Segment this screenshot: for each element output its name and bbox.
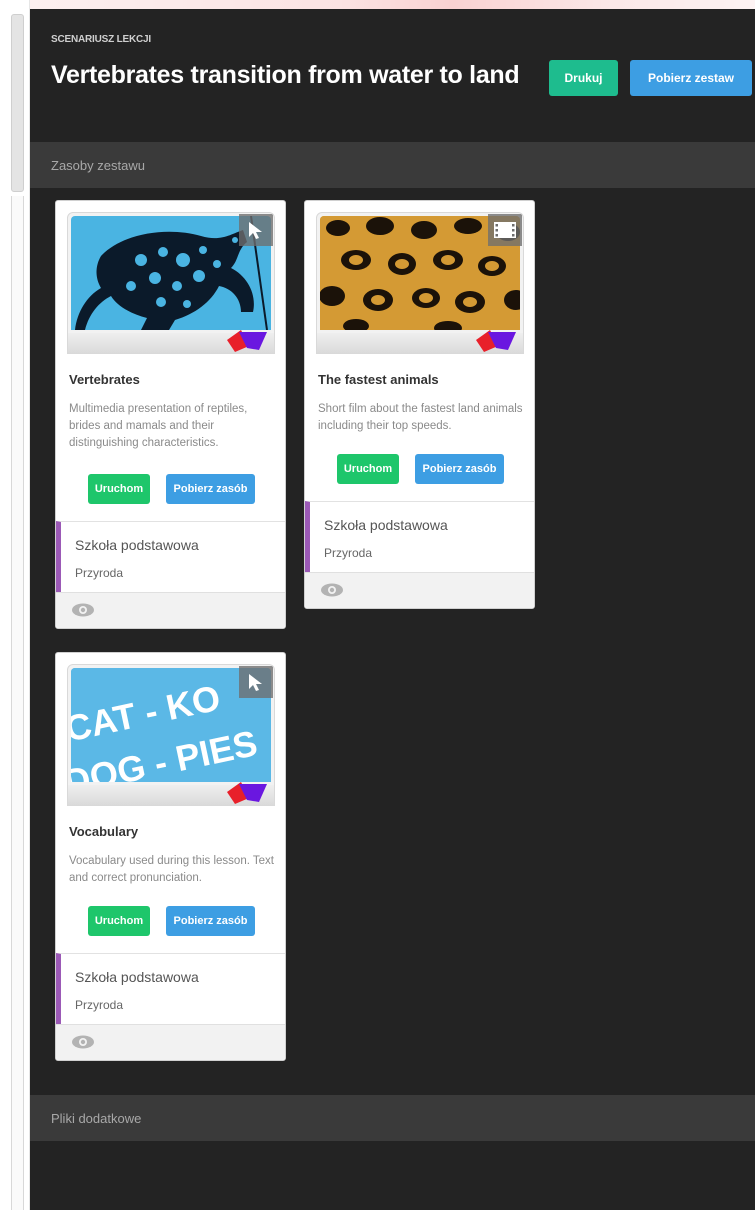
download-resource-button[interactable]: Pobierz zasób <box>166 906 255 936</box>
interactive-cursor-icon <box>239 666 273 698</box>
resource-card-vocabulary: CAT - KO DOG - PIES Vocabulary Vocabular… <box>55 652 286 1061</box>
publisher-logo-icon <box>227 782 267 804</box>
resource-title: Vocabulary <box>69 824 139 839</box>
resource-thumbnail[interactable] <box>316 212 524 354</box>
resource-description: Short film about the fastest land animal… <box>318 403 523 432</box>
interactive-cursor-icon <box>239 214 273 246</box>
resource-thumbnail[interactable] <box>67 212 275 354</box>
subject: Przyroda <box>324 546 373 560</box>
print-button[interactable]: Drukuj <box>549 60 618 96</box>
resource-description: Multimedia presentation of reptiles, bri… <box>69 403 248 449</box>
download-set-button[interactable]: Pobierz zestaw <box>630 60 752 96</box>
download-resource-button[interactable]: Pobierz zasób <box>415 454 504 484</box>
views-eye-icon[interactable] <box>320 583 344 597</box>
run-button[interactable]: Uruchom <box>337 454 399 484</box>
page-title: Vertebrates transition from water to lan… <box>51 61 520 89</box>
subject: Przyroda <box>75 998 124 1012</box>
views-eye-icon[interactable] <box>71 1035 95 1049</box>
resource-card-fastest-animals: The fastest animals Short film about the… <box>304 200 535 609</box>
education-level: Szkoła podstawowa <box>75 537 199 553</box>
lesson-panel: SCENARIUSZ LEKCJI Vertebrates transition… <box>30 9 755 1210</box>
run-button[interactable]: Uruchom <box>88 474 150 504</box>
publisher-logo-icon <box>227 330 267 352</box>
card-footer <box>56 592 285 628</box>
subject: Przyroda <box>75 566 124 580</box>
scrollbar[interactable] <box>0 0 30 1210</box>
film-icon <box>488 214 522 246</box>
section-extra-files-header: Pliki dodatkowe <box>30 1095 755 1141</box>
resource-title: The fastest animals <box>318 372 439 387</box>
publisher-logo-icon <box>476 330 516 352</box>
views-eye-icon[interactable] <box>71 603 95 617</box>
scrollbar-thumb[interactable] <box>11 14 24 192</box>
run-button[interactable]: Uruchom <box>88 906 150 936</box>
download-resource-button[interactable]: Pobierz zasób <box>166 474 255 504</box>
card-footer <box>305 572 534 608</box>
section-resources-header: Zasoby zestawu <box>30 142 755 188</box>
education-level: Szkoła podstawowa <box>75 969 199 985</box>
resource-thumbnail[interactable]: CAT - KO DOG - PIES <box>67 664 275 806</box>
card-footer <box>56 1024 285 1060</box>
resource-title: Vertebrates <box>69 372 140 387</box>
resource-description: Vocabulary used during this lesson. Text… <box>69 855 274 884</box>
education-level: Szkoła podstawowa <box>324 517 448 533</box>
resource-card-vertebrates: Vertebrates Multimedia presentation of r… <box>55 200 286 629</box>
page-eyebrow: SCENARIUSZ LEKCJI <box>51 34 151 45</box>
scrollbar-track[interactable] <box>11 196 24 1210</box>
